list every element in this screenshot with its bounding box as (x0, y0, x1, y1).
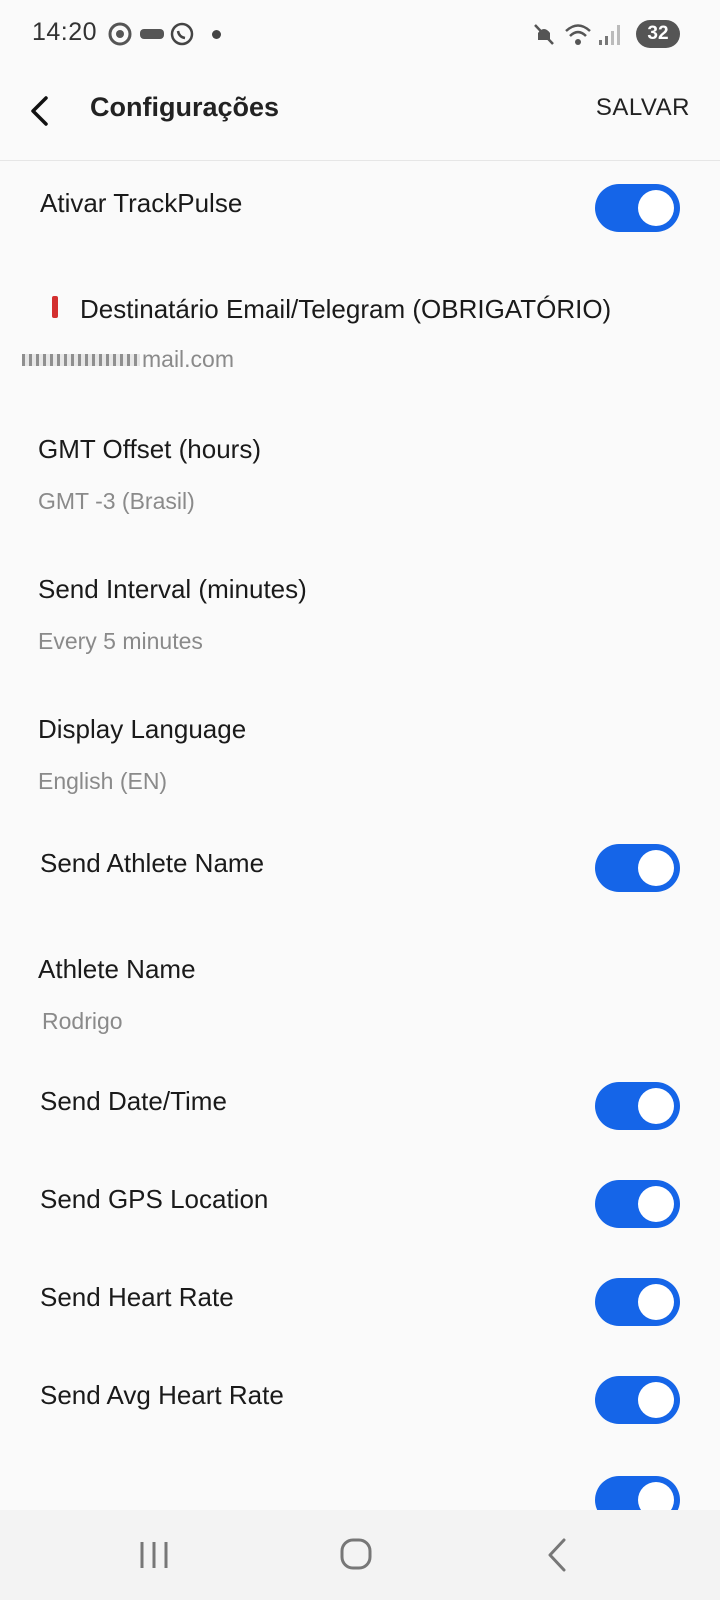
partial-toggle[interactable] (595, 1476, 680, 1510)
recipient-value: mail.com (142, 346, 235, 372)
signal-icon (599, 25, 620, 45)
send-avg-heart-rate-toggle[interactable] (595, 1376, 680, 1424)
app-bar: Configurações SALVAR (0, 70, 720, 161)
status-bar: 14:20 32 (0, 0, 720, 70)
gmt-offset-value[interactable]: GMT -3 (Brasil) (38, 488, 195, 515)
send-athlete-name-toggle[interactable] (595, 844, 680, 892)
status-time: 14:20 (32, 18, 98, 46)
send-datetime-toggle[interactable] (595, 1082, 680, 1130)
recent-apps-icon[interactable] (124, 1528, 184, 1582)
wifi-icon (565, 24, 591, 45)
display-language-value[interactable]: English (EN) (38, 768, 167, 795)
send-gps-label: Send GPS Location (40, 1184, 269, 1214)
page-title: Configurações (90, 92, 280, 122)
back-arrow-icon[interactable] (20, 88, 66, 134)
navigation-bar (0, 1510, 720, 1600)
gmt-offset-label: GMT Offset (hours) (38, 434, 261, 464)
settings-list: Ativar TrackPulse Destinatário Email/Tel… (0, 160, 720, 1510)
save-button[interactable]: SALVAR (596, 94, 690, 122)
send-interval-label: Send Interval (minutes) (38, 574, 307, 604)
home-icon[interactable] (326, 1528, 386, 1582)
send-heart-rate-toggle[interactable] (595, 1278, 680, 1326)
ifood-icon (140, 29, 164, 39)
mute-icon (534, 24, 554, 45)
required-marker-icon (52, 296, 58, 318)
chrome-icon (108, 22, 132, 46)
recipient-label: Destinatário Email/Telegram (OBRIGATÓRIO… (80, 294, 612, 324)
send-avg-heart-rate-label: Send Avg Heart Rate (40, 1380, 284, 1410)
athlete-name-label: Athlete Name (38, 954, 196, 984)
battery-icon: 32 (636, 20, 680, 48)
display-language-label: Display Language (38, 714, 247, 744)
trackpulse-toggle[interactable] (595, 184, 680, 232)
recipient-input[interactable]: mail.com (20, 340, 680, 390)
whatsapp-icon (170, 22, 194, 46)
send-heart-rate-label: Send Heart Rate (40, 1282, 234, 1312)
recipient-redacted (22, 354, 140, 366)
athlete-name-input[interactable]: Rodrigo (42, 1008, 123, 1035)
nav-back-icon[interactable] (528, 1528, 588, 1582)
send-interval-value[interactable]: Every 5 minutes (38, 628, 203, 655)
send-datetime-label: Send Date/Time (40, 1086, 227, 1116)
trackpulse-label: Ativar TrackPulse (40, 188, 243, 218)
send-athlete-name-label: Send Athlete Name (40, 848, 265, 878)
send-gps-toggle[interactable] (595, 1180, 680, 1228)
notification-dot (212, 30, 221, 39)
